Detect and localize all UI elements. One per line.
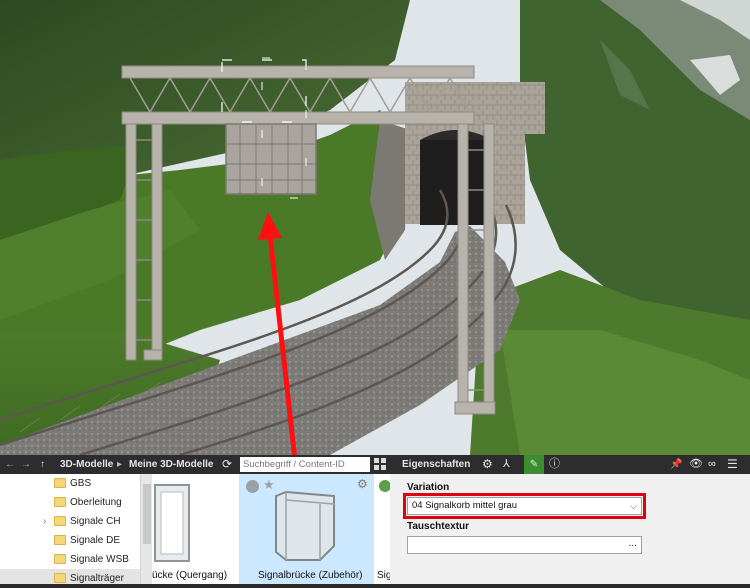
folder-icon [54, 478, 66, 488]
tree-item-label: GBS [70, 478, 92, 489]
gear-icon[interactable]: ⚙ [482, 455, 493, 474]
model-caption: Sig [377, 570, 390, 581]
axis-icon[interactable]: ⅄ [503, 455, 510, 474]
paint-brush-icon[interactable]: ✎ [524, 455, 544, 474]
model-card[interactable]: Sig [376, 474, 390, 584]
main-toolbar: ← → ↑ 3D-Modelle ▸ Meine 3D-Modelle ⟳ Su… [0, 455, 750, 474]
properties-panel: Variation 04 Signalkorb mittel grau ⌵ Ta… [390, 474, 750, 584]
model-caption: Signalbrücke (Zubehör) [258, 570, 363, 581]
scene-render [0, 0, 750, 455]
model-list: ücke (Quergang) ★ ⚙ Signalbrücke (Zubehö… [152, 474, 390, 584]
menu-icon[interactable]: ☰ [727, 455, 738, 474]
grid-view-icon[interactable] [374, 455, 386, 474]
swap-texture-field[interactable]: ... [407, 536, 642, 554]
tree-item-label: Signalträger [70, 573, 124, 584]
tree-item-gbs[interactable]: GBS [0, 474, 140, 493]
tree-item-oberleitung[interactable]: Oberleitung [0, 493, 140, 512]
breadcrumb-my-3d-models[interactable]: Meine 3D-Modelle [129, 455, 213, 474]
variation-label: Variation [407, 482, 450, 493]
3d-viewport[interactable] [0, 0, 750, 455]
tree-item-signale-ch[interactable]: › Signale CH [0, 512, 140, 531]
breadcrumb-3d-models[interactable]: 3D-Modelle [60, 455, 113, 474]
variation-highlight-box [403, 493, 646, 519]
up-arrow-icon[interactable]: ↑ [40, 455, 45, 474]
model-card-selected[interactable]: ★ ⚙ Signalbrücke (Zubehör) [239, 474, 374, 584]
folder-icon [54, 516, 66, 526]
tree-item-label: Signale DE [70, 535, 121, 546]
eye-icon[interactable]: 👁 [689, 455, 703, 474]
tree-item-signale-de[interactable]: Signale DE [0, 531, 140, 550]
tree-scrollbar[interactable] [140, 474, 152, 584]
category-tree: GBS Oberleitung › Signale CH Signale DE … [0, 474, 140, 584]
model-caption: ücke (Quergang) [152, 570, 228, 581]
tree-item-label: Signale CH [70, 516, 121, 527]
tree-item-label: Oberleitung [70, 497, 122, 508]
model-card[interactable]: ücke (Quergang) [152, 474, 238, 584]
folder-icon [54, 554, 66, 564]
swap-texture-label: Tauschtextur [407, 521, 470, 532]
folder-icon [54, 573, 66, 583]
folder-icon [54, 497, 66, 507]
info-icon[interactable]: ⓘ [549, 455, 560, 474]
pin-icon[interactable]: 📌 [670, 455, 682, 474]
back-arrow-icon[interactable]: ← [5, 455, 15, 474]
browse-button[interactable]: ... [629, 538, 637, 549]
refresh-icon[interactable]: ⟳ [222, 455, 232, 474]
link-icon[interactable]: ∞ [708, 455, 716, 474]
search-placeholder: Suchbegriff / Content-ID [243, 459, 345, 470]
tree-item-signale-wsb[interactable]: Signale WSB [0, 550, 140, 569]
forward-arrow-icon[interactable]: → [21, 455, 31, 474]
folder-icon [54, 535, 66, 545]
tree-item-label: Signale WSB [70, 554, 129, 565]
globe-icon [379, 480, 390, 492]
globe-icon [246, 480, 259, 493]
properties-title: Eigenschaften [402, 459, 471, 470]
model-thumbnail [154, 484, 190, 562]
model-thumbnail [275, 490, 335, 561]
breadcrumb-separator: ▸ [117, 459, 123, 470]
bottom-panel: GBS Oberleitung › Signale CH Signale DE … [0, 474, 750, 584]
chevron-right-icon[interactable]: › [43, 512, 46, 531]
search-input[interactable]: Suchbegriff / Content-ID [240, 457, 370, 472]
gear-icon[interactable]: ⚙ [357, 477, 368, 491]
tree-item-signaltraeger[interactable]: Signalträger [0, 569, 140, 584]
scrollbar-thumb[interactable] [143, 484, 151, 544]
